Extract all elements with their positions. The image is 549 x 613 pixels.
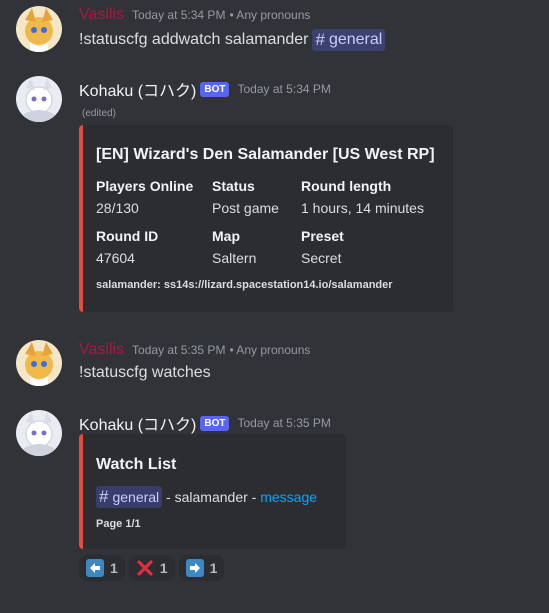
field-value: Post game: [212, 200, 279, 216]
username[interactable]: Kohaku (コハク): [79, 77, 196, 101]
field-value: Secret: [301, 250, 342, 266]
timestamp[interactable]: Today at 5:35 PM: [132, 343, 225, 357]
message-link[interactable]: message: [260, 489, 317, 505]
reaction-count: 1: [159, 560, 168, 576]
reactions-bar: 1 1 1: [79, 555, 225, 581]
pronouns: • Any pronouns: [229, 343, 311, 357]
channel-mention-label: general: [112, 489, 160, 505]
channel-mention[interactable]: # general: [312, 29, 386, 51]
avatar-kohaku[interactable]: [16, 76, 62, 122]
field-value: Saltern: [212, 250, 257, 266]
field-name: Players Online: [96, 178, 194, 194]
field-name: Map: [212, 228, 240, 244]
field-name: Status: [212, 178, 255, 194]
pronouns: • Any pronouns: [229, 8, 311, 22]
username[interactable]: Vasilis: [79, 341, 124, 359]
avatar-vasilis[interactable]: [16, 6, 62, 52]
channel-hash-icon: #: [315, 30, 325, 49]
reaction-cross-mark[interactable]: 1: [128, 555, 175, 581]
message-content: !statuscfg watches: [79, 364, 211, 382]
username[interactable]: Kohaku (コハク): [79, 411, 196, 435]
channel-mention-label: general: [328, 31, 383, 48]
channel-hash-icon: #: [99, 487, 109, 506]
field-value: 47604: [96, 250, 135, 266]
embed-footer: salamander: ss14s://lizard.spacestation1…: [96, 279, 393, 291]
watch-entry-text: - salamander -: [162, 489, 261, 505]
avatar-vasilis[interactable]: [16, 340, 62, 386]
cross-mark-icon: [136, 559, 154, 577]
message-content: !statuscfg addwatch salamander # general: [79, 29, 386, 51]
field-name: Preset: [301, 228, 344, 244]
embed-title: [EN] Wizard's Den Salamander [US West RP…: [96, 146, 435, 163]
message-text: !statuscfg watches: [79, 364, 211, 381]
field-name: Round length: [301, 178, 392, 194]
timestamp[interactable]: Today at 5:34 PM: [132, 8, 225, 22]
avatar-kohaku[interactable]: [16, 410, 62, 456]
arrow-left-icon: [86, 559, 104, 577]
reaction-count: 1: [209, 560, 218, 576]
field-value: 1 hours, 14 minutes: [301, 200, 424, 216]
embed-title: Watch List: [96, 456, 177, 473]
channel-mention[interactable]: # general: [96, 486, 163, 508]
bot-badge: BOT: [200, 81, 230, 97]
reaction-count: 1: [110, 560, 118, 576]
server-status-embed: [EN] Wizard's Den Salamander [US West RP…: [79, 125, 453, 312]
embed-description: # general - salamander - message: [96, 486, 317, 508]
arrow-right-icon: [185, 559, 204, 577]
bot-badge: BOT: [200, 415, 230, 431]
timestamp[interactable]: Today at 5:34 PM: [237, 82, 330, 96]
reaction-arrow-right[interactable]: 1: [178, 555, 225, 581]
field-value: 28/130: [96, 200, 139, 216]
edited-label: (edited): [82, 108, 116, 119]
reaction-arrow-left[interactable]: 1: [79, 555, 125, 581]
message-text: !statuscfg addwatch salamander: [79, 31, 309, 48]
username[interactable]: Vasilis: [79, 6, 124, 24]
field-name: Round ID: [96, 228, 159, 244]
timestamp[interactable]: Today at 5:35 PM: [237, 416, 330, 430]
embed-footer: Page 1/1: [96, 518, 141, 530]
watch-list-embed: Watch List # general - salamander - mess…: [79, 434, 346, 549]
